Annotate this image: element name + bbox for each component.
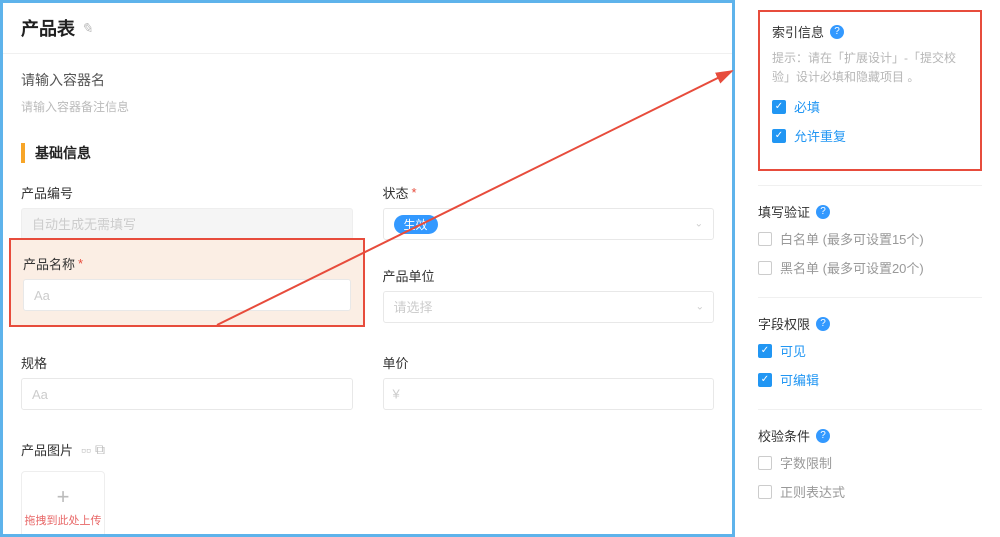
label-product-image: 产品图片 [21,440,73,459]
label-price: 单价 [383,353,715,372]
status-pill: 生效 [394,215,438,234]
field-price[interactable]: 单价 ¥ [383,339,715,410]
input-price[interactable] [383,378,715,410]
label-required: 必填 [794,97,820,116]
label-product-unit: 产品单位 [383,266,715,285]
select-status[interactable]: 生效 ⌄ [383,208,715,240]
grid-icon: ▫▫ [81,442,91,458]
label-visible: 可见 [780,341,806,360]
property-panel: 索引信息 ? 提示：请在「扩展设计」-「提交校验」设计必填和隐藏项目 。 ✓ 必… [740,0,1000,537]
field-status[interactable]: 状态* 生效 ⌄ [383,183,715,240]
field-product-unit[interactable]: 产品单位 ⌄ [383,252,715,327]
field-product-name[interactable]: 产品名称* [21,252,353,327]
help-icon[interactable]: ? [816,205,830,219]
help-icon[interactable]: ? [816,429,830,443]
checkbox-whitelist-row[interactable]: 白名单 (最多可设置15个) [758,229,982,248]
field-product-image[interactable]: 产品图片 ▫▫ ⧉ + 拖拽到此处上传 [21,440,714,534]
checkbox-blacklist-row[interactable]: 黑名单 (最多可设置20个) [758,258,982,277]
checkbox-allow-repeat[interactable]: ✓ [772,129,786,143]
section-fill-validate: 填写验证 ? 白名单 (最多可设置15个) 黑名单 (最多可设置20个) [758,185,982,293]
field-grid: 产品编号 状态* 生效 ⌄ 产品名称* 产品单位 [21,183,714,410]
container-name-prompt[interactable]: 请输入容器名 [21,70,714,90]
chevron-down-icon: ⌄ [695,219,703,230]
currency-symbol: ¥ [393,387,400,402]
checkbox-regex[interactable] [758,485,772,499]
copy-icon[interactable]: ⧉ [95,441,105,458]
section-title: 基础信息 [21,143,714,163]
label-allow-repeat: 允许重复 [794,126,846,145]
label-status: 状态* [383,183,715,202]
form-header: 产品表 ✎ [3,3,732,54]
help-icon[interactable]: ? [816,317,830,331]
edit-title-icon[interactable]: ✎ [81,20,93,37]
select-product-unit[interactable] [383,291,715,323]
label-spec: 规格 [21,353,353,372]
checkbox-char-limit[interactable] [758,456,772,470]
label-char-limit: 字数限制 [780,453,832,472]
checkbox-whitelist[interactable] [758,232,772,246]
label-editable: 可编辑 [780,370,819,389]
label-product-code: 产品编号 [21,183,353,202]
help-icon[interactable]: ? [830,25,844,39]
checkbox-blacklist[interactable] [758,261,772,275]
checkbox-visible-row[interactable]: ✓ 可见 [758,341,982,360]
index-info-title: 索引信息 [772,22,824,41]
input-product-code [21,208,353,240]
label-regex: 正则表达式 [780,482,845,501]
form-title: 产品表 [21,15,75,41]
field-perm-title: 字段权限 [758,314,810,333]
validation-rule-title: 校验条件 [758,426,810,445]
label-blacklist: 黑名单 (最多可设置20个) [780,258,924,277]
upload-hint: 拖拽到此处上传 [25,512,102,528]
label-product-name: 产品名称* [23,254,351,273]
field-product-code[interactable]: 产品编号 [21,183,353,240]
index-info-hint: 提示：请在「扩展设计」-「提交校验」设计必填和隐藏项目 。 [772,49,968,87]
checkbox-char-limit-row[interactable]: 字数限制 [758,453,982,472]
checkbox-editable-row[interactable]: ✓ 可编辑 [758,370,982,389]
field-product-name-highlight: 产品名称* [9,238,365,327]
input-product-name[interactable] [23,279,351,311]
checkbox-visible[interactable]: ✓ [758,344,772,358]
checkbox-required[interactable]: ✓ [772,100,786,114]
form-builder-canvas: 产品表 ✎ 请输入容器名 请输入容器备注信息 基础信息 产品编号 状态* 生效 … [0,0,735,537]
section-index-info: 索引信息 ? 提示：请在「扩展设计」-「提交校验」设计必填和隐藏项目 。 ✓ 必… [758,10,982,171]
section-field-perm: 字段权限 ? ✓ 可见 ✓ 可编辑 [758,297,982,405]
checkbox-required-row[interactable]: ✓ 必填 [772,97,968,116]
section-validation-rule: 校验条件 ? 字数限制 正则表达式 [758,409,982,517]
fill-validate-title: 填写验证 [758,202,810,221]
field-spec[interactable]: 规格 [21,339,353,410]
container-remark-prompt[interactable]: 请输入容器备注信息 [21,98,714,115]
checkbox-regex-row[interactable]: 正则表达式 [758,482,982,501]
input-spec[interactable] [21,378,353,410]
checkbox-allow-repeat-row[interactable]: ✓ 允许重复 [772,126,968,145]
form-body: 请输入容器名 请输入容器备注信息 基础信息 产品编号 状态* 生效 ⌄ 产品名称… [3,54,732,534]
checkbox-editable[interactable]: ✓ [758,373,772,387]
upload-dropzone[interactable]: + 拖拽到此处上传 [21,471,105,534]
label-whitelist: 白名单 (最多可设置15个) [780,229,924,248]
plus-icon: + [57,486,70,508]
